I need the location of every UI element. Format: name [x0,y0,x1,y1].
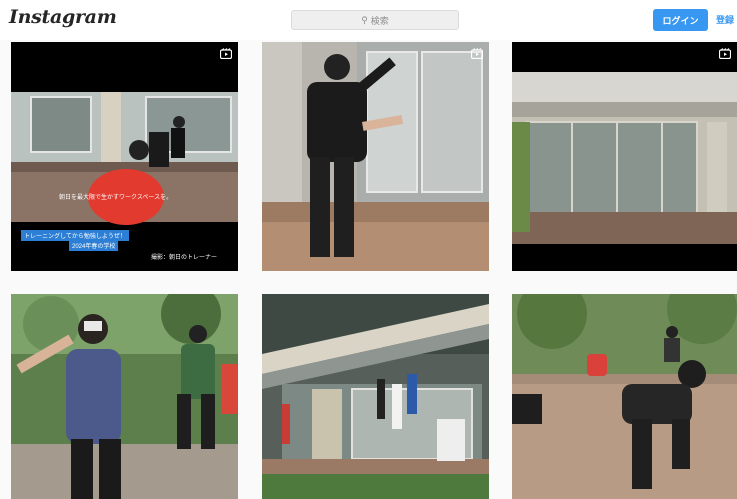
post-thumbnail-6[interactable] [512,294,737,499]
post-thumbnail-5[interactable] [262,294,489,499]
post-thumbnail-1[interactable]: 朝日を最大限で生かすワークスペースを。 トレーニングしてから勉強しようぜ！ 20… [11,42,238,271]
top-navigation-bar: Instagram ⚲ 検索 ログイン 登録 [0,0,737,40]
search-placeholder: 検索 [370,15,389,26]
post-thumbnail-3[interactable] [512,42,737,271]
video-icon [719,48,731,59]
signup-link[interactable]: 登録 [716,13,734,26]
post-3-image [512,42,737,271]
post-1-credit: 撮影：朝日のトレーナー [151,255,218,261]
post-thumbnail-2[interactable] [262,42,489,271]
post-6-image [512,294,737,499]
instagram-logo[interactable]: Instagram [9,6,117,28]
login-button[interactable]: ログイン [653,9,708,31]
video-icon [220,48,232,59]
search-input[interactable]: ⚲ 検索 [291,10,459,30]
post-2-image [262,42,489,271]
post-1-caption: 朝日を最大限で生かすワークスペースを。 [59,195,173,201]
search-icon: ⚲ [361,14,368,25]
post-5-image [262,294,489,499]
post-4-image [11,294,238,499]
video-icon [471,48,483,59]
post-thumbnail-4[interactable] [11,294,238,499]
post-1-subtitle-2: 2024年春の学校 [69,240,119,251]
